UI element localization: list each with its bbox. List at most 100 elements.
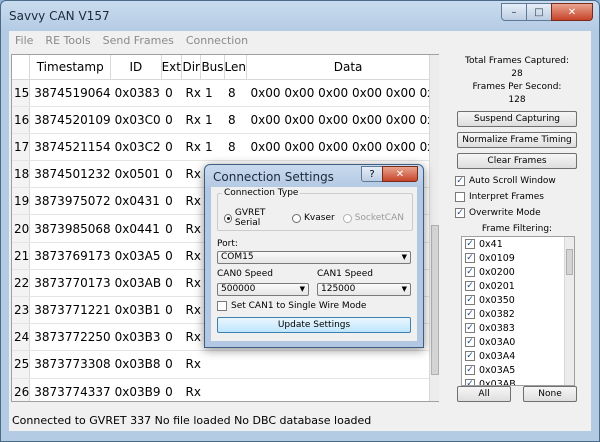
close-icon[interactable]: ✕ — [551, 3, 593, 21]
menu-file[interactable]: File — [9, 34, 39, 47]
connection-type-label: Connection Type — [222, 188, 301, 198]
filter-item[interactable]: ✓ 0x0200 — [462, 265, 574, 279]
table-row[interactable]: 26 3873774337 0x03B9 0 Rx — [12, 378, 438, 401]
table-cell: Rx — [181, 323, 201, 352]
filter-check-icon: ✓ — [465, 253, 475, 263]
can1-speed-select[interactable]: 125000 ▼ — [317, 283, 411, 296]
status-bar: Connected to GVRET 337 No file loaded No… — [9, 409, 591, 431]
frame-filter-list[interactable]: ✓ 0x41 ✓ 0x0109 ✓ 0x0200 ✓ 0x0201 ✓ 0x0350 ✓ 0x0382… — [461, 236, 575, 386]
table-cell: 19 — [12, 187, 31, 216]
table-cell: 21 — [12, 242, 31, 270]
interpret-check-icon — [455, 192, 465, 202]
table-cell: 18 — [12, 160, 31, 189]
table-cell: 16 — [12, 106, 31, 134]
clear-frames-button[interactable]: Clear Frames — [457, 153, 577, 169]
table-cell: 0x03C2 — [110, 133, 162, 162]
normalize-timing-button[interactable]: Normalize Frame Timing — [457, 132, 577, 148]
col-header-ext[interactable]: Ext — [161, 55, 182, 80]
table-cell: 0 — [161, 296, 182, 325]
connection-type-group: Connection Type GVRET Serial Kvaser Sock… — [217, 188, 413, 231]
overwrite-mode-checkbox[interactable]: ✓ Overwrite Mode — [447, 205, 587, 221]
table-row[interactable]: 16 3874520109 0x03C0 0 Rx 1 8 0x00 0x00 0x00 0x… — [12, 106, 438, 134]
table-scrollbar-thumb[interactable] — [431, 225, 439, 375]
radio-gvret-serial[interactable]: GVRET Serial — [224, 208, 284, 228]
table-cell: Rx — [181, 79, 201, 107]
filter-scrollbar[interactable] — [564, 237, 574, 385]
col-header-rownum[interactable] — [12, 55, 31, 80]
port-select[interactable]: COM15 ▼ — [217, 251, 411, 264]
filter-check-icon: ✓ — [465, 281, 475, 291]
col-header-bus[interactable]: Bus — [200, 55, 225, 80]
table-cell: 24 — [12, 323, 31, 352]
update-settings-button[interactable]: Update Settings — [217, 317, 411, 333]
filter-item[interactable]: ✓ 0x0383 — [462, 321, 574, 335]
table-cell: 15 — [12, 79, 31, 107]
col-header-dir[interactable]: Dir — [181, 55, 202, 80]
filter-item[interactable]: ✓ 0x03A5 — [462, 363, 574, 377]
filter-item[interactable]: ✓ 0x41 — [462, 237, 574, 251]
port-value: COM15 — [221, 252, 254, 262]
filter-check-icon: ✓ — [465, 267, 475, 277]
filter-check-icon: ✓ — [465, 379, 475, 385]
filter-item[interactable]: ✓ 0x0201 — [462, 279, 574, 293]
filter-check-icon: ✓ — [465, 337, 475, 347]
filter-check-icon: ✓ — [465, 295, 475, 305]
filter-item-label: 0x03AB — [479, 378, 516, 386]
table-cell — [224, 350, 247, 379]
dialog-controls: ? ✕ — [361, 166, 418, 182]
col-header-len[interactable]: Len — [224, 55, 248, 80]
dialog-close-icon[interactable]: ✕ — [382, 166, 418, 182]
table-cell: Rx — [181, 187, 201, 216]
filter-item[interactable]: ✓ 0x0350 — [462, 293, 574, 307]
menu-connection[interactable]: Connection — [180, 34, 254, 47]
filter-item-label: 0x0350 — [479, 294, 515, 306]
single-wire-checkbox[interactable]: Set CAN1 to Single Wire Mode — [217, 301, 366, 311]
radio-kvaser[interactable]: Kvaser — [292, 213, 335, 223]
help-icon[interactable]: ? — [361, 166, 383, 182]
table-scrollbar[interactable] — [429, 55, 439, 401]
single-wire-check-icon — [217, 301, 227, 311]
table-cell: 0 — [161, 106, 182, 134]
filter-item-label: 0x03A4 — [479, 350, 516, 362]
filter-scrollbar-thumb[interactable] — [566, 249, 573, 275]
filter-item[interactable]: ✓ 0x03A4 — [462, 349, 574, 363]
filter-all-button[interactable]: All — [457, 386, 511, 402]
auto-scroll-check-icon: ✓ — [455, 176, 465, 186]
table-cell: 3873773308 — [29, 350, 111, 379]
table-cell: 0x03A5 — [110, 242, 162, 270]
maximize-icon[interactable]: □ — [526, 3, 552, 21]
window-controls: – □ ✕ — [501, 3, 593, 21]
suspend-capturing-button[interactable]: Suspend Capturing — [457, 111, 577, 127]
table-cell: 0 — [161, 350, 182, 379]
filter-none-button[interactable]: None — [523, 386, 577, 402]
radio-socketcan-label: SocketCAN — [354, 213, 404, 223]
table-cell: Rx — [181, 106, 201, 134]
table-cell: 1 — [200, 133, 225, 162]
total-frames-label: Total Frames Captured: — [464, 56, 569, 66]
col-header-id[interactable]: ID — [110, 55, 162, 80]
table-cell: 3873771221 — [29, 296, 111, 325]
can0-speed-select[interactable]: 500000 ▼ — [217, 283, 309, 296]
interpret-frames-checkbox[interactable]: Interpret Frames — [447, 189, 587, 205]
col-header-timestamp[interactable]: Timestamp — [29, 55, 112, 80]
menu-send-frames[interactable]: Send Frames — [97, 34, 180, 47]
filter-item[interactable]: ✓ 0x03AB — [462, 377, 574, 386]
table-row[interactable]: 17 3874521154 0x03C2 0 Rx 1 8 0x00 0x00 0x00 0x… — [12, 133, 438, 162]
auto-scroll-checkbox[interactable]: ✓ Auto Scroll Window — [447, 173, 587, 189]
table-cell: Rx — [181, 378, 201, 401]
minimize-icon[interactable]: – — [501, 3, 527, 21]
table-cell: 0x03AB — [110, 269, 162, 298]
port-label: Port: — [217, 239, 238, 249]
table-cell: 0x03B8 — [110, 350, 162, 379]
col-header-data[interactable]: Data — [246, 55, 438, 80]
filter-item[interactable]: ✓ 0x0109 — [462, 251, 574, 265]
filter-item[interactable]: ✓ 0x03A0 — [462, 335, 574, 349]
table-cell: 0x00 0x00 0x00 0x00 0x00 0x00 — [246, 133, 438, 162]
table-row[interactable]: 15 3874519064 0x0383 0 Rx 1 8 0x00 0x00 0x00 0x… — [12, 79, 438, 107]
filter-item[interactable]: ✓ 0x0382 — [462, 307, 574, 321]
table-cell: Rx — [181, 133, 201, 162]
table-row[interactable]: 25 3873773308 0x03B8 0 Rx — [12, 350, 438, 379]
menu-re-tools[interactable]: RE Tools — [39, 34, 96, 47]
menu-bar: File RE Tools Send Frames Connection — [9, 31, 591, 49]
table-cell: 0 — [161, 187, 182, 216]
